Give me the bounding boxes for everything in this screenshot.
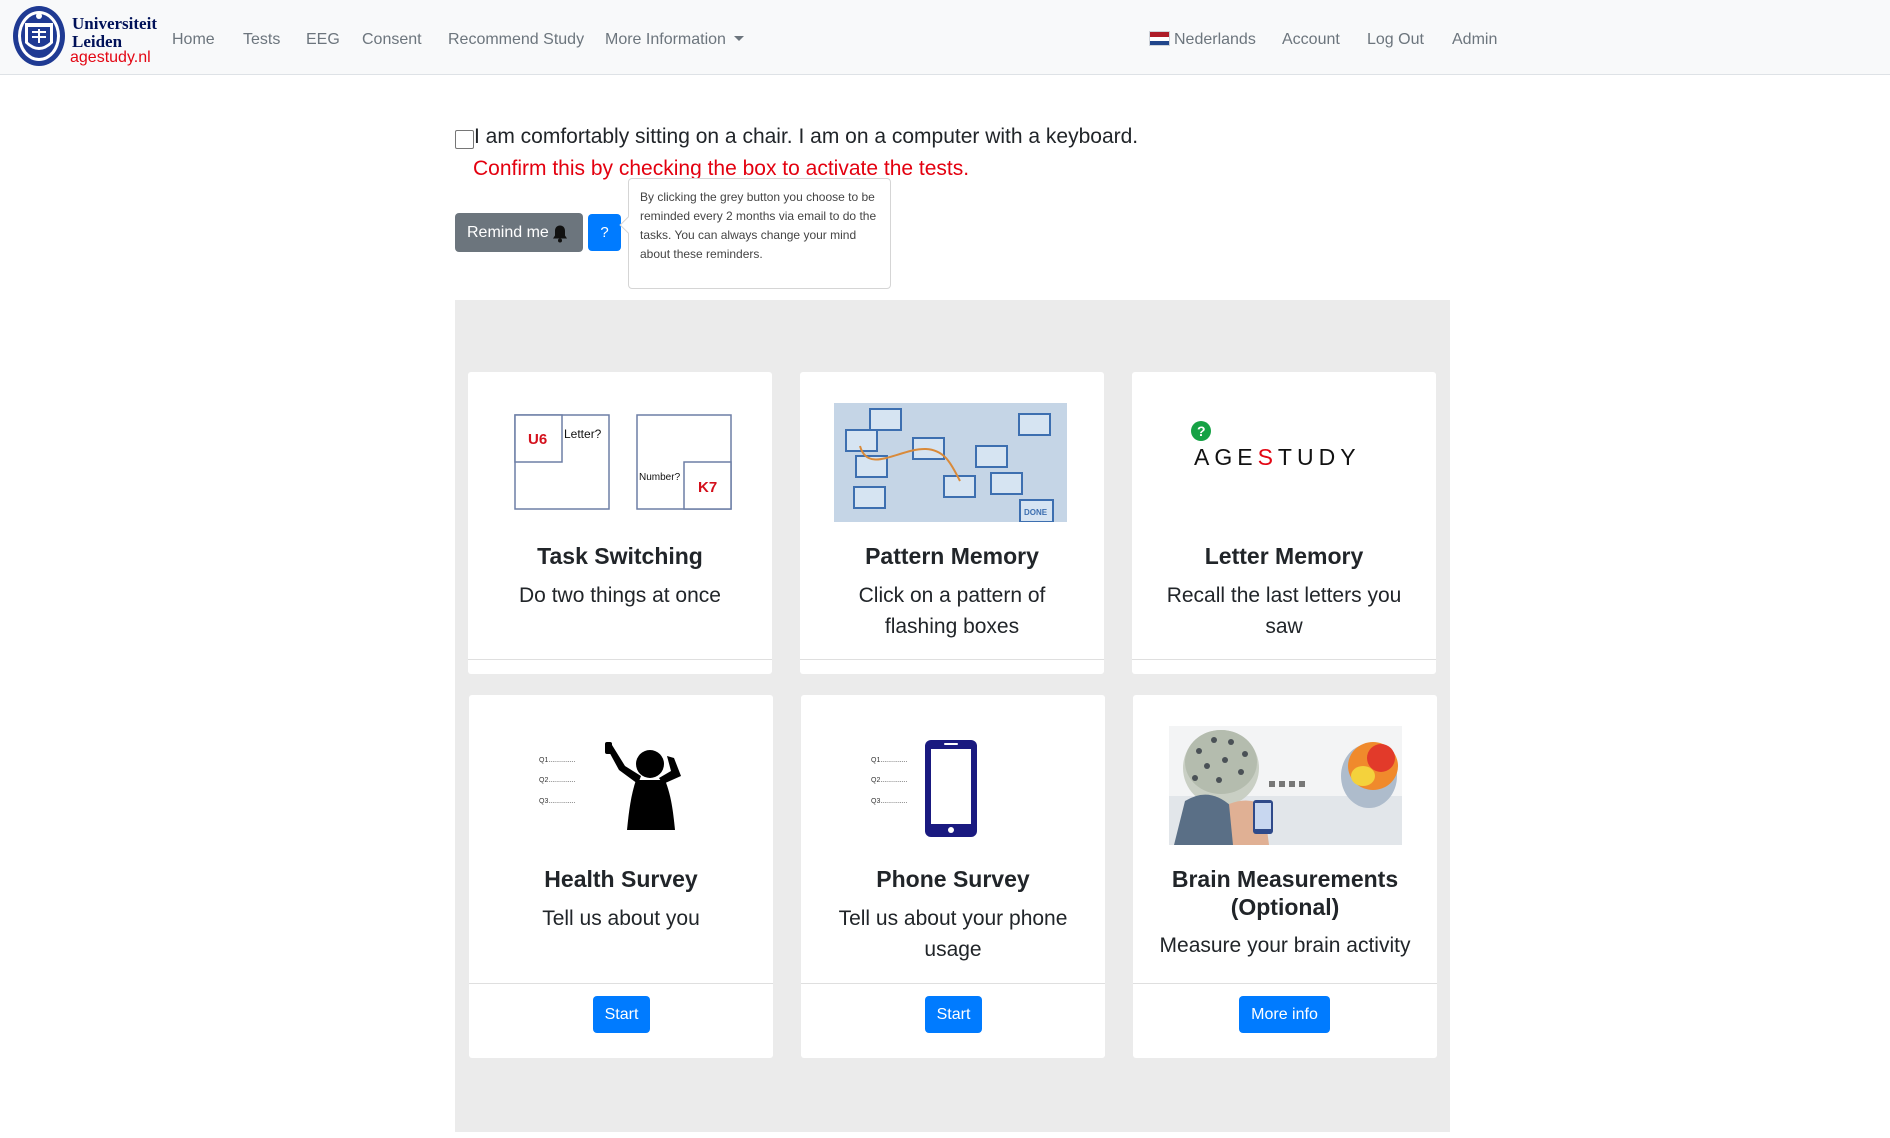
reminder-tooltip: By clicking the grey button you choose t… bbox=[619, 178, 891, 289]
card-task-switching[interactable]: U6 Letter? Number? K7 Task Switching Do … bbox=[468, 372, 772, 674]
nav-language[interactable]: Nederlands bbox=[1149, 30, 1256, 50]
nav-home[interactable]: Home bbox=[172, 30, 215, 50]
survey-line-3: Q3.............. bbox=[871, 798, 908, 805]
card-text: Click on a pattern of flashing boxes bbox=[858, 584, 1046, 638]
logo-line-1: Universiteit bbox=[72, 14, 157, 33]
survey-line-3: Q3.............. bbox=[539, 798, 576, 805]
tooltip-arrow bbox=[619, 216, 637, 234]
pattern-memory-illustration: DONE bbox=[834, 403, 1067, 522]
caret-down-icon bbox=[733, 36, 744, 41]
card-title: Letter Memory bbox=[1204, 543, 1364, 569]
netherlands-flag-icon bbox=[1149, 31, 1170, 46]
card-text: Tell us about your phone usage bbox=[838, 907, 1068, 961]
card-health-survey[interactable]: Q1.............. Q2.............. Q3....… bbox=[469, 695, 773, 1058]
nav-eeg[interactable]: EEG bbox=[306, 30, 340, 50]
card-footer: Start bbox=[469, 983, 773, 1058]
card-footer bbox=[1132, 659, 1436, 660]
nav-more-information[interactable]: More Information bbox=[605, 30, 744, 50]
card-title: Phone Survey bbox=[876, 866, 1030, 892]
card-title: Health Survey bbox=[544, 866, 698, 892]
card-footer: More info bbox=[1133, 983, 1437, 1058]
health-survey-illustration: Q1.............. Q2.............. Q3....… bbox=[539, 742, 681, 830]
letter-prompt-text: Letter? bbox=[564, 427, 602, 441]
university-logo[interactable]: Universiteit Leiden agestudy.nl bbox=[12, 5, 162, 69]
nav-account[interactable]: Account bbox=[1282, 30, 1340, 50]
card-text: Do two things at once bbox=[519, 584, 721, 607]
survey-line-2: Q2.............. bbox=[871, 777, 908, 784]
nav-tests[interactable]: Tests bbox=[243, 30, 280, 50]
nav-more-information-label: More Information bbox=[605, 31, 726, 48]
card-footer: Start bbox=[801, 983, 1105, 1058]
agestudy-highlight: S bbox=[1258, 444, 1278, 468]
card-title: Pattern Memory bbox=[865, 543, 1039, 569]
agestudy-illustration: ? AGESTUDY bbox=[1191, 421, 1361, 468]
question-mark-text: ? bbox=[1197, 423, 1206, 439]
test-grid: U6 Letter? Number? K7 Task Switching Do … bbox=[455, 300, 1450, 1132]
confirm-checkbox-label: I am comfortably sitting on a chair. I a… bbox=[474, 125, 1139, 148]
card-pattern-memory[interactable]: DONE Pattern Memory Click on a pattern o… bbox=[800, 372, 1104, 674]
card-title: Task Switching bbox=[537, 543, 703, 569]
card-footer bbox=[800, 659, 1104, 660]
survey-line-1: Q1.............. bbox=[539, 757, 576, 764]
survey-line-2: Q2.............. bbox=[539, 777, 576, 784]
card-text: Measure your brain activity bbox=[1159, 934, 1411, 957]
card-phone-survey[interactable]: Q1.............. Q2.............. Q3....… bbox=[801, 695, 1105, 1058]
brain-measurements-photo bbox=[1169, 726, 1402, 845]
card-text: Recall the last letters you saw bbox=[1166, 584, 1402, 638]
health-survey-start-button[interactable]: Start bbox=[593, 996, 650, 1033]
university-seal-icon bbox=[13, 6, 65, 66]
task-switching-illustration: U6 Letter? Number? K7 bbox=[514, 414, 732, 510]
nav-admin[interactable]: Admin bbox=[1452, 30, 1497, 50]
number-prompt-text: Number? bbox=[639, 472, 681, 483]
confirm-checkbox[interactable] bbox=[455, 130, 474, 149]
brain-measurements-more-info-button[interactable]: More info bbox=[1239, 996, 1330, 1033]
k7-text: K7 bbox=[698, 479, 717, 496]
u6-text: U6 bbox=[528, 431, 547, 448]
card-footer bbox=[468, 659, 772, 660]
bell-icon bbox=[553, 225, 567, 243]
agestudy-prefix: AGE bbox=[1194, 444, 1258, 468]
agestudy-suffix: TUDY bbox=[1278, 444, 1361, 468]
navbar: Universiteit Leiden agestudy.nl Home Tes… bbox=[0, 0, 1890, 75]
card-title: Brain Measurements (Optional) bbox=[1171, 866, 1399, 920]
nav-log-out[interactable]: Log Out bbox=[1367, 30, 1424, 50]
remind-me-label: Remind me bbox=[467, 224, 549, 241]
svg-text:AGESTUDY: AGESTUDY bbox=[1194, 444, 1361, 468]
tooltip-text: By clicking the grey button you choose t… bbox=[640, 190, 877, 261]
card-text: Tell us about you bbox=[542, 907, 700, 930]
remind-me-button[interactable]: Remind me bbox=[455, 213, 583, 252]
done-text: DONE bbox=[1024, 508, 1048, 517]
phone-survey-start-button[interactable]: Start bbox=[925, 996, 982, 1033]
logo-site: agestudy.nl bbox=[70, 49, 151, 66]
survey-line-1: Q1.............. bbox=[871, 757, 908, 764]
phone-survey-illustration: Q1.............. Q2.............. Q3....… bbox=[871, 740, 977, 837]
help-button[interactable]: ? bbox=[588, 214, 621, 251]
nav-language-label: Nederlands bbox=[1174, 31, 1256, 48]
card-brain-measurements[interactable]: Brain Measurements (Optional) Measure yo… bbox=[1133, 695, 1437, 1058]
nav-consent[interactable]: Consent bbox=[362, 30, 422, 50]
card-letter-memory[interactable]: ? AGESTUDY Letter Memory Recall the last… bbox=[1132, 372, 1436, 674]
nav-recommend-study[interactable]: Recommend Study bbox=[448, 30, 584, 50]
